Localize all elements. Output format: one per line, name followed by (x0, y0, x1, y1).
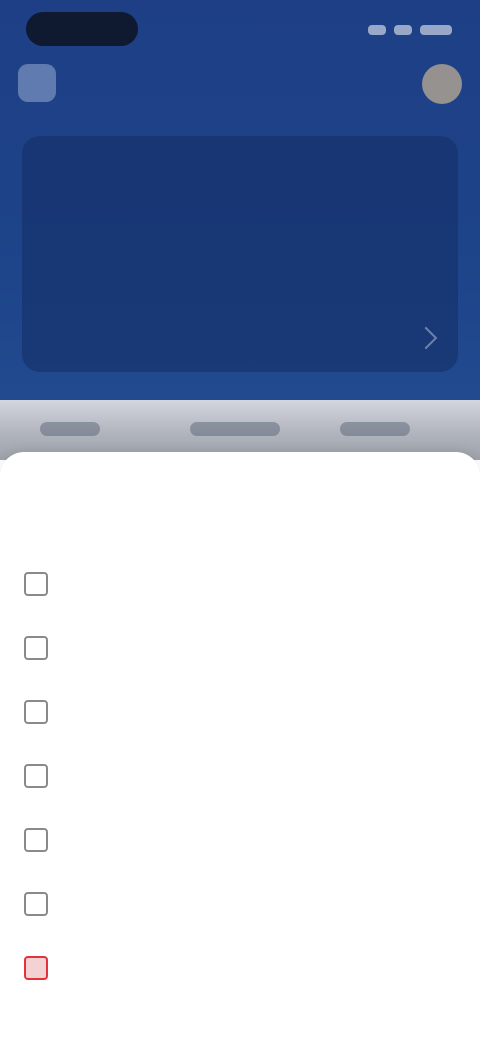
menu-item-danger[interactable] (0, 936, 480, 1000)
wifi-icon (394, 25, 412, 35)
avatar[interactable] (422, 64, 462, 104)
menu-button[interactable] (18, 64, 56, 102)
menu-item-2[interactable] (0, 616, 480, 680)
signal-icon (368, 25, 386, 35)
background-chip (340, 422, 410, 436)
battery-icon (420, 25, 452, 35)
menu-item-5[interactable] (0, 808, 480, 872)
bank-icon (24, 764, 48, 788)
document-icon (24, 572, 48, 596)
menu-item-3[interactable] (0, 680, 480, 744)
background-chip (190, 422, 280, 436)
settings-icon (24, 828, 48, 852)
card-icon (24, 636, 48, 660)
action-sheet (0, 452, 480, 1040)
transfer-icon (24, 700, 48, 724)
balance-card[interactable] (22, 136, 458, 372)
action-menu (0, 552, 480, 1000)
menu-item-6[interactable] (0, 872, 480, 936)
menu-item-1[interactable] (0, 552, 480, 616)
menu-item-4[interactable] (0, 744, 480, 808)
status-bar-icons (348, 22, 452, 38)
chevron-right-icon (414, 326, 438, 350)
background-chip (40, 422, 100, 436)
dimmed-background (0, 400, 480, 460)
top-background (0, 0, 480, 400)
close-icon (24, 956, 48, 980)
status-bar-pill (26, 12, 138, 46)
help-icon (24, 892, 48, 916)
